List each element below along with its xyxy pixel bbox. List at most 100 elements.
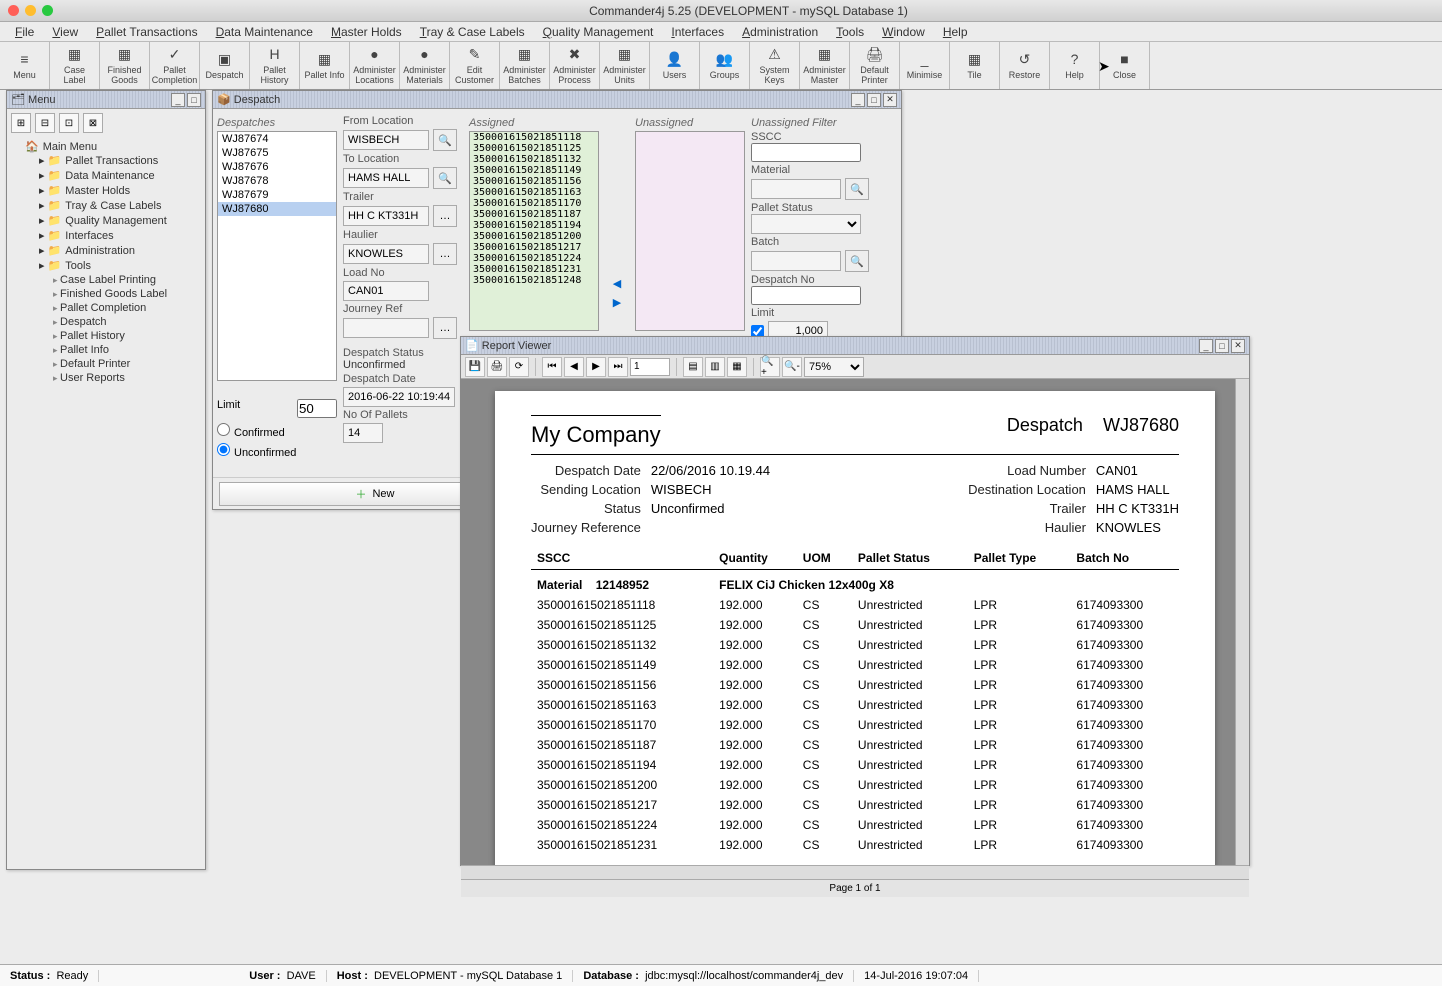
menu-master-holds[interactable]: Master Holds bbox=[322, 22, 411, 41]
assigned-row[interactable]: 350001615021851200 bbox=[470, 231, 598, 242]
menu-help[interactable]: Help bbox=[934, 22, 977, 41]
tree-item-despatch[interactable]: Despatch bbox=[53, 315, 201, 329]
filter-batch-input[interactable] bbox=[751, 251, 841, 271]
menu-window-max-icon[interactable]: □ bbox=[187, 93, 201, 107]
report-page-area[interactable]: My Company Despatch WJ87680 Despatch Dat… bbox=[461, 379, 1249, 865]
menu-window-min-icon[interactable]: _ bbox=[171, 93, 185, 107]
loadno-input[interactable] bbox=[343, 281, 429, 301]
menu-administration[interactable]: Administration bbox=[733, 22, 827, 41]
despatch-min-icon[interactable]: _ bbox=[851, 93, 865, 107]
tree-folder-interfaces[interactable]: ▸ 📁Interfaces bbox=[39, 228, 201, 243]
assigned-row[interactable]: 350001615021851248 bbox=[470, 275, 598, 286]
tree-item-case-label-printing[interactable]: Case Label Printing bbox=[53, 273, 201, 287]
tree-folder-quality-management[interactable]: ▸ 📁Quality Management bbox=[39, 213, 201, 228]
despatch-row[interactable]: WJ87675 bbox=[218, 146, 336, 160]
unconfirmed-radio[interactable]: Unconfirmed bbox=[217, 447, 296, 459]
toolbar-finished-goods[interactable]: ▦Finished Goods bbox=[100, 42, 150, 89]
despatch-max-icon[interactable]: □ bbox=[867, 93, 881, 107]
toolbar-case-label[interactable]: ▦Case Label bbox=[50, 42, 100, 89]
filter-despatchno-input[interactable] bbox=[751, 286, 861, 305]
toolbar-help[interactable]: ?Help bbox=[1050, 42, 1100, 89]
tree-item-user-reports[interactable]: User Reports bbox=[53, 371, 201, 385]
journey-input[interactable] bbox=[343, 318, 429, 338]
menu-tray-case-labels[interactable]: Tray & Case Labels bbox=[411, 22, 534, 41]
menu-quality-management[interactable]: Quality Management bbox=[534, 22, 663, 41]
toolbar-restore[interactable]: ↺Restore bbox=[1000, 42, 1050, 89]
report-vscroll[interactable] bbox=[1235, 379, 1249, 865]
assigned-row[interactable]: 350001615021851170 bbox=[470, 198, 598, 209]
rv-fitpage-icon[interactable]: ▥ bbox=[705, 357, 725, 377]
tree-folder-data-maintenance[interactable]: ▸ 📁Data Maintenance bbox=[39, 168, 201, 183]
assigned-row[interactable]: 350001615021851125 bbox=[470, 143, 598, 154]
tree-folder-administration[interactable]: ▸ 📁Administration bbox=[39, 243, 201, 258]
rv-last-icon[interactable]: ⏭ bbox=[608, 357, 628, 377]
menu-interfaces[interactable]: Interfaces bbox=[662, 22, 733, 41]
assigned-row[interactable]: 350001615021851156 bbox=[470, 176, 598, 187]
despatch-row[interactable]: WJ87680 bbox=[218, 202, 336, 216]
journey-btn-icon[interactable]: … bbox=[433, 317, 457, 339]
rv-save-icon[interactable]: 💾 bbox=[465, 357, 485, 377]
rv-refresh-icon[interactable]: ⟳ bbox=[509, 357, 529, 377]
filter-sscc-input[interactable] bbox=[751, 143, 861, 162]
toolbar-default-printer[interactable]: 🖨Default Printer bbox=[850, 42, 900, 89]
assigned-row[interactable]: 350001615021851118 bbox=[470, 132, 598, 143]
tree-root[interactable]: 🏠Main Menu ▸ 📁Pallet Transactions▸ 📁Data… bbox=[25, 139, 201, 386]
assigned-row[interactable]: 350001615021851217 bbox=[470, 242, 598, 253]
rv-fitwidth-icon[interactable]: ▦ bbox=[727, 357, 747, 377]
tree-item-finished-goods-label[interactable]: Finished Goods Label bbox=[53, 287, 201, 301]
menu-file[interactable]: File bbox=[6, 22, 43, 41]
from-lookup-icon[interactable]: 🔍 bbox=[433, 129, 457, 151]
from-location-input[interactable] bbox=[343, 130, 429, 150]
trailer-btn-icon[interactable]: … bbox=[433, 205, 457, 227]
report-min-icon[interactable]: _ bbox=[1199, 339, 1213, 353]
rv-print-icon[interactable]: 🖨 bbox=[487, 357, 507, 377]
rv-zoomin-icon[interactable]: 🔍+ bbox=[760, 357, 780, 377]
rv-zoom-select[interactable]: 75% bbox=[804, 357, 864, 377]
despatch-row[interactable]: WJ87676 bbox=[218, 160, 336, 174]
report-hscroll[interactable] bbox=[461, 865, 1249, 879]
report-max-icon[interactable]: □ bbox=[1215, 339, 1229, 353]
despatch-row[interactable]: WJ87678 bbox=[218, 174, 336, 188]
tree-collapse-icon[interactable]: ⊟ bbox=[35, 113, 55, 133]
assigned-row[interactable]: 350001615021851132 bbox=[470, 154, 598, 165]
filter-batch-lookup-icon[interactable]: 🔍 bbox=[845, 250, 869, 272]
toolbar-users[interactable]: 👤Users bbox=[650, 42, 700, 89]
despatch-date-input[interactable] bbox=[343, 387, 455, 407]
toolbar-menu[interactable]: ≡Menu bbox=[0, 42, 50, 89]
toolbar-administer-units[interactable]: ▦Administer Units bbox=[600, 42, 650, 89]
menu-view[interactable]: View bbox=[43, 22, 87, 41]
menu-window[interactable]: Window bbox=[873, 22, 934, 41]
confirmed-radio[interactable]: Confirmed bbox=[217, 427, 285, 439]
despatch-row[interactable]: WJ87679 bbox=[218, 188, 336, 202]
menu-tools[interactable]: Tools bbox=[827, 22, 873, 41]
rv-actual-icon[interactable]: ▤ bbox=[683, 357, 703, 377]
toolbar-minimise[interactable]: _Minimise bbox=[900, 42, 950, 89]
tree-expand-icon[interactable]: ⊞ bbox=[11, 113, 31, 133]
assigned-row[interactable]: 350001615021851163 bbox=[470, 187, 598, 198]
assign-arrow-icon[interactable]: ▶ bbox=[613, 296, 621, 309]
tree-folder-tray-case-labels[interactable]: ▸ 📁Tray & Case Labels bbox=[39, 198, 201, 213]
toolbar-groups[interactable]: 👥Groups bbox=[700, 42, 750, 89]
tree-item-default-printer[interactable]: Default Printer bbox=[53, 357, 201, 371]
filter-material-input[interactable] bbox=[751, 179, 841, 199]
assigned-row[interactable]: 350001615021851187 bbox=[470, 209, 598, 220]
limit-input[interactable] bbox=[297, 399, 337, 418]
rv-next-icon[interactable]: ▶ bbox=[586, 357, 606, 377]
haulier-btn-icon[interactable]: … bbox=[433, 243, 457, 265]
trailer-input[interactable] bbox=[343, 206, 429, 226]
menu-pallet-transactions[interactable]: Pallet Transactions bbox=[87, 22, 206, 41]
assigned-row[interactable]: 350001615021851231 bbox=[470, 264, 598, 275]
unassigned-list[interactable] bbox=[635, 131, 745, 331]
to-lookup-icon[interactable]: 🔍 bbox=[433, 167, 457, 189]
tree-folder-tools[interactable]: ▸ 📁Tools bbox=[39, 258, 201, 273]
toolbar-administer-batches[interactable]: ▦Administer Batches bbox=[500, 42, 550, 89]
mac-minimize-button[interactable] bbox=[25, 5, 36, 16]
toolbar-pallet-info[interactable]: ▦Pallet Info bbox=[300, 42, 350, 89]
toolbar-pallet-history[interactable]: HPallet History bbox=[250, 42, 300, 89]
rv-page-input[interactable] bbox=[630, 358, 670, 376]
despatch-list[interactable]: WJ87674WJ87675WJ87676WJ87678WJ87679WJ876… bbox=[217, 131, 337, 381]
toolbar-tile[interactable]: ▦Tile bbox=[950, 42, 1000, 89]
assigned-row[interactable]: 350001615021851194 bbox=[470, 220, 598, 231]
toolbar-edit-customer[interactable]: ✎Edit Customer bbox=[450, 42, 500, 89]
despatch-close-icon[interactable]: ✕ bbox=[883, 93, 897, 107]
